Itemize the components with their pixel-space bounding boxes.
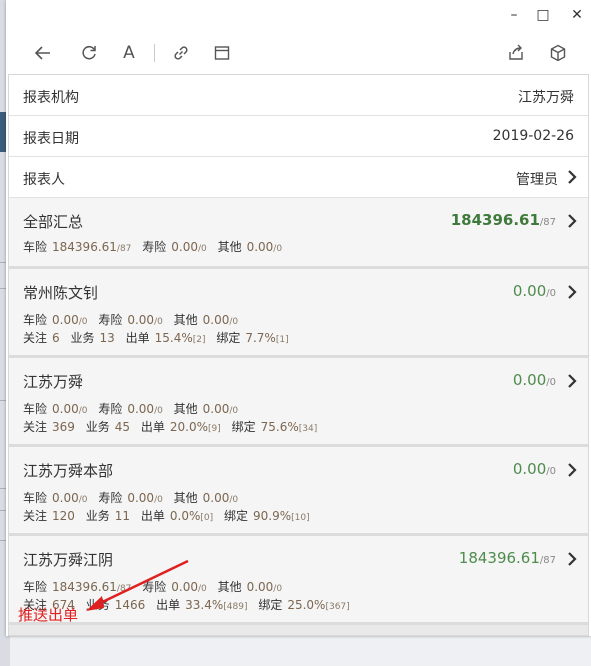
toolbar-divider <box>154 44 155 62</box>
chevron-right-icon <box>568 285 577 299</box>
summary-name: 全部汇总 <box>23 213 84 231</box>
org-line-1: 车险 0.00/0 寿险 0.00/0 其他 0.00/0 <box>23 402 239 416</box>
date-row: 报表日期 2019-02-26 <box>9 116 588 157</box>
reporter-value: 管理员 <box>516 172 558 188</box>
link-icon[interactable] <box>168 40 194 66</box>
share-icon[interactable] <box>503 40 529 66</box>
org-card[interactable]: 江苏万舜本部 0.00/0 车险 0.00/0 寿险 0.00/0 其他 0.00/0… <box>9 447 588 536</box>
org-card[interactable]: 江苏万舜 0.00/0 车险 0.00/0 寿险 0.00/0 其他 0.00/0 关… <box>9 358 588 447</box>
org-name: 常州陈文钊 <box>23 284 99 302</box>
org-line-1: 车险 0.00/0 寿险 0.00/0 其他 0.00/0 <box>23 313 239 327</box>
org-amount: 0.00/0 <box>512 371 556 389</box>
date-label: 报表日期 <box>23 131 79 147</box>
reporter-row[interactable]: 报表人 管理员 <box>9 157 588 198</box>
org-row: 报表机构 江苏万舜 <box>9 75 588 116</box>
refresh-icon[interactable] <box>76 40 102 66</box>
org-line-2: 关注 120 业务 11 出单 0.0%[0] 绑定 90.9%[10] <box>23 509 310 523</box>
org-amount: 0.00/0 <box>512 460 556 478</box>
back-icon[interactable] <box>30 40 56 66</box>
chevron-right-icon <box>568 170 577 184</box>
date-value: 2019-02-26 <box>492 128 574 144</box>
org-card[interactable]: 常州陈文钊 0.00/0 车险 0.00/0 寿险 0.00/0 其他 0.00/0 … <box>9 269 588 358</box>
maximize-button[interactable]: □ <box>532 4 554 26</box>
close-button[interactable]: ✕ <box>566 4 588 26</box>
summary-card[interactable]: 全部汇总 184396.61/87 车险 184396.61/87 寿险 0.00/… <box>9 198 588 269</box>
org-amount: 0.00/0 <box>512 282 556 300</box>
org-value: 江苏万舜 <box>518 90 574 106</box>
title-bar: – □ ✕ <box>6 0 591 30</box>
reporter-label: 报表人 <box>23 172 65 188</box>
toolbar: A <box>6 30 591 74</box>
org-label: 报表机构 <box>23 90 79 106</box>
chevron-right-icon <box>568 552 577 566</box>
cube-icon[interactable] <box>545 40 571 66</box>
org-amount: 184396.61/87 <box>458 549 556 567</box>
report-content: 报表机构 江苏万舜 报表日期 2019-02-26 报表人 管理员 全部汇总 1… <box>8 74 589 636</box>
window-icon[interactable] <box>209 40 235 66</box>
annotation-arrow <box>86 559 189 611</box>
annotation-text: 推送出单 <box>18 606 79 624</box>
chevron-right-icon <box>568 463 577 477</box>
org-name: 江苏万舜本部 <box>23 462 114 480</box>
org-line-2: 关注 6 业务 13 出单 15.4%[2] 绑定 7.7%[1] <box>23 331 289 345</box>
summary-amount: 184396.61/87 <box>450 211 556 229</box>
org-line-2: 关注 369 业务 45 出单 20.0%[9] 绑定 75.6%[34] <box>23 420 318 434</box>
minimize-button[interactable]: – <box>503 4 525 26</box>
chevron-right-icon <box>568 214 577 228</box>
org-name: 江苏万舜 <box>23 373 84 391</box>
report-window: – □ ✕ A 报表机构 江苏万舜 报表日期 2019-02-26 报表人 管理… <box>6 0 591 636</box>
chevron-right-icon <box>568 374 577 388</box>
org-line-1: 车险 0.00/0 寿险 0.00/0 其他 0.00/0 <box>23 491 239 505</box>
font-icon[interactable]: A <box>116 40 142 66</box>
summary-line-1: 车险 184396.61/87 寿险 0.00/0 其他 0.00/0 <box>23 240 283 254</box>
